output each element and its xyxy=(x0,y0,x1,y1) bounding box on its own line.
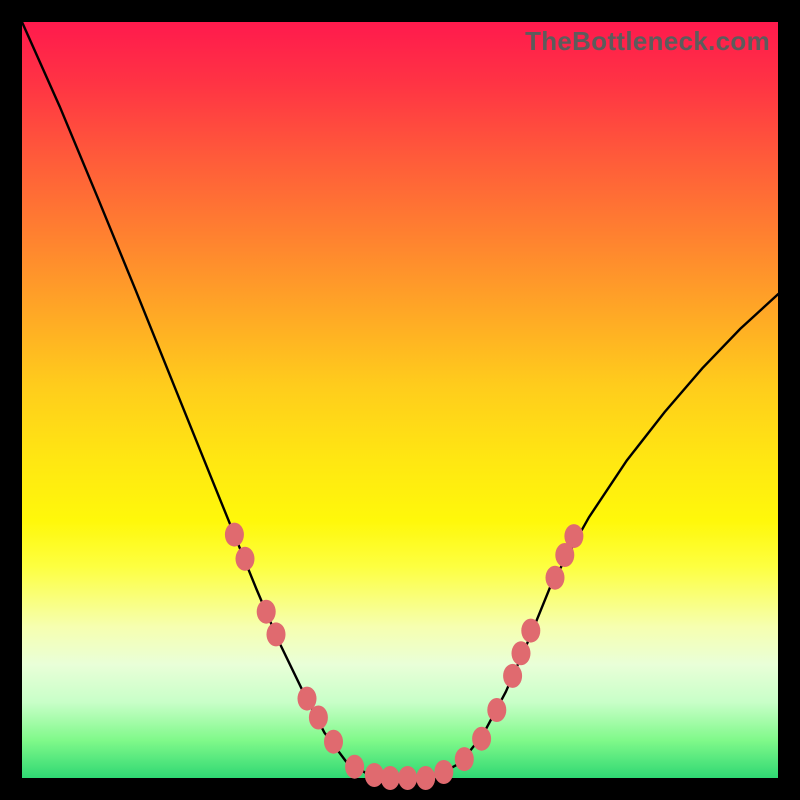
markers-group xyxy=(225,523,584,790)
data-marker xyxy=(546,566,565,590)
data-marker xyxy=(365,763,384,787)
data-marker xyxy=(298,687,317,711)
data-marker xyxy=(564,524,583,548)
data-marker xyxy=(225,523,244,547)
chart-frame: TheBottleneck.com xyxy=(0,0,800,800)
data-marker xyxy=(416,766,435,790)
data-marker xyxy=(434,760,453,784)
data-marker xyxy=(267,622,286,646)
data-marker xyxy=(455,747,474,771)
data-marker xyxy=(309,706,328,730)
plot-area: TheBottleneck.com xyxy=(22,22,778,778)
bottleneck-curve xyxy=(22,22,778,778)
data-marker xyxy=(487,698,506,722)
data-marker xyxy=(398,766,417,790)
data-marker xyxy=(324,730,343,754)
chart-svg xyxy=(22,22,778,778)
data-marker xyxy=(236,547,255,571)
data-marker xyxy=(503,664,522,688)
data-marker xyxy=(381,766,400,790)
data-marker xyxy=(521,619,540,643)
data-marker xyxy=(257,600,276,624)
data-marker xyxy=(345,755,364,779)
data-marker xyxy=(512,641,531,665)
data-marker xyxy=(472,727,491,751)
